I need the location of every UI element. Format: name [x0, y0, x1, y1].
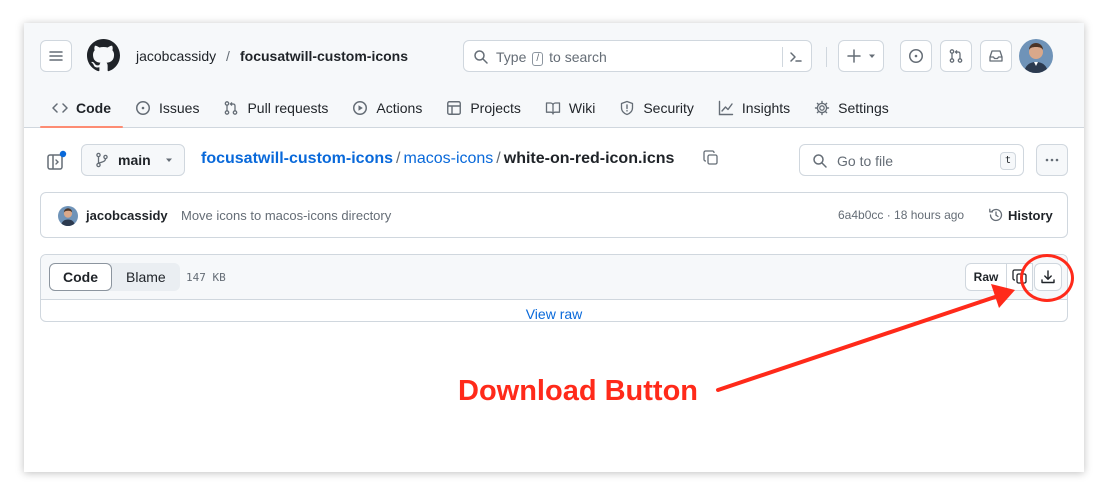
tab-insights-label: Insights: [741, 100, 791, 116]
history-label: History: [1008, 207, 1053, 223]
user-avatar[interactable]: [1019, 39, 1053, 73]
play-icon: [353, 101, 368, 115]
path-separator: /: [396, 150, 401, 167]
commit-author-link[interactable]: jacobcassidy: [86, 208, 168, 223]
view-mode-toggle: Code Blame: [49, 263, 180, 291]
git-pull-request-icon: [949, 49, 963, 63]
tab-pull-requests[interactable]: Pull requests: [211, 89, 340, 127]
commit-message-link[interactable]: Move icons to macos-icons directory: [181, 208, 391, 223]
file-header: Code Blame 147 KB Raw: [41, 255, 1067, 300]
raw-button[interactable]: Raw: [965, 263, 1007, 291]
hamburger-icon: [49, 51, 63, 61]
go-to-file-input[interactable]: Go to file t: [799, 144, 1024, 176]
go-to-file-placeholder: Go to file: [837, 153, 894, 169]
header-divider: [826, 47, 827, 67]
plus-icon: [847, 49, 861, 63]
path-dir-link[interactable]: macos-icons: [403, 150, 493, 167]
commit-hash-and-time[interactable]: 6a4b0cc · 18 hours ago: [838, 208, 964, 222]
table-icon: [447, 101, 462, 115]
tab-code-label: Code: [76, 100, 111, 116]
issue-opened-icon: [136, 101, 150, 115]
search-icon: [474, 50, 488, 64]
tab-issues-label: Issues: [159, 100, 200, 116]
blame-view-button[interactable]: Blame: [112, 263, 180, 291]
graph-icon: [718, 100, 734, 116]
git-branch-icon: [96, 152, 108, 168]
tab-pull-requests-label: Pull requests: [247, 100, 329, 116]
file-size: 147 KB: [186, 271, 226, 284]
history-icon: [989, 208, 1003, 222]
latest-commit-box: jacobcassidy Move icons to macos-icons d…: [40, 192, 1068, 238]
tab-code[interactable]: Code: [40, 89, 123, 128]
tab-security[interactable]: Security: [607, 89, 706, 127]
tab-actions-label: Actions: [376, 100, 423, 116]
repo-header: jacobcassidy / focusatwill-custom-icons …: [24, 23, 1084, 128]
tab-actions[interactable]: Actions: [340, 89, 434, 127]
tab-security-label: Security: [643, 100, 694, 116]
repo-nav-tabs: Code Issues Pull requests Actions Projec…: [40, 89, 901, 129]
triangle-down-icon: [869, 54, 875, 58]
book-icon: [545, 102, 561, 115]
tab-issues[interactable]: Issues: [123, 89, 211, 127]
path-separator: /: [496, 150, 501, 167]
search-placeholder: Type / to search: [496, 49, 607, 66]
path-file-name: white-on-red-icon.icns: [503, 150, 675, 167]
search-shortcut-key: /: [532, 52, 544, 66]
inbox-button[interactable]: [980, 40, 1012, 72]
file-viewer: Code Blame 147 KB Raw View raw: [40, 254, 1068, 322]
more-options-button[interactable]: [1036, 144, 1068, 176]
git-pull-request-icon: [225, 101, 238, 115]
tab-settings-label: Settings: [838, 100, 889, 116]
pull-requests-button[interactable]: [940, 40, 972, 72]
view-raw-link[interactable]: View raw: [41, 306, 1067, 321]
code-icon: [52, 103, 68, 113]
file-path-breadcrumb: focusatwill-custom-icons / macos-icons / whi…: [201, 150, 674, 168]
repo-name-link[interactable]: focusatwill-custom-icons: [240, 48, 408, 64]
gear-icon: [814, 100, 830, 116]
triangle-down-icon: [165, 158, 172, 162]
path-repo-link[interactable]: focusatwill-custom-icons: [201, 150, 393, 167]
side-panel-toggle-icon[interactable]: [44, 149, 68, 173]
copy-icon[interactable]: [703, 150, 719, 166]
search-icon: [813, 154, 827, 168]
menu-button[interactable]: [40, 40, 72, 72]
inbox-icon: [989, 50, 1003, 62]
repo-owner-link[interactable]: jacobcassidy: [136, 48, 216, 64]
history-button[interactable]: History: [988, 207, 1053, 223]
create-new-button[interactable]: [838, 40, 884, 72]
tab-projects[interactable]: Projects: [434, 89, 533, 127]
commit-author-avatar[interactable]: [58, 206, 78, 226]
branch-selector-button[interactable]: main: [81, 144, 185, 176]
tab-insights[interactable]: Insights: [706, 89, 802, 127]
kebab-horizontal-icon: [1045, 158, 1059, 162]
issues-button[interactable]: [900, 40, 932, 72]
tab-projects-label: Projects: [470, 100, 521, 116]
search-input[interactable]: Type / to search: [463, 40, 812, 72]
go-to-file-shortcut-key: t: [1000, 152, 1016, 170]
tab-settings[interactable]: Settings: [802, 89, 901, 127]
search-divider: [782, 47, 783, 67]
annotation-circle: [1020, 254, 1074, 302]
tab-wiki[interactable]: Wiki: [533, 89, 607, 127]
annotation-label: Download Button: [458, 375, 699, 407]
github-logo-icon[interactable]: [87, 39, 120, 72]
breadcrumb-separator: /: [226, 48, 230, 64]
branch-name: main: [118, 152, 151, 168]
shield-icon: [621, 100, 634, 116]
code-view-button[interactable]: Code: [49, 263, 112, 291]
tab-wiki-label: Wiki: [568, 100, 596, 116]
issue-opened-icon: [909, 49, 923, 63]
command-palette-icon[interactable]: [788, 49, 804, 65]
